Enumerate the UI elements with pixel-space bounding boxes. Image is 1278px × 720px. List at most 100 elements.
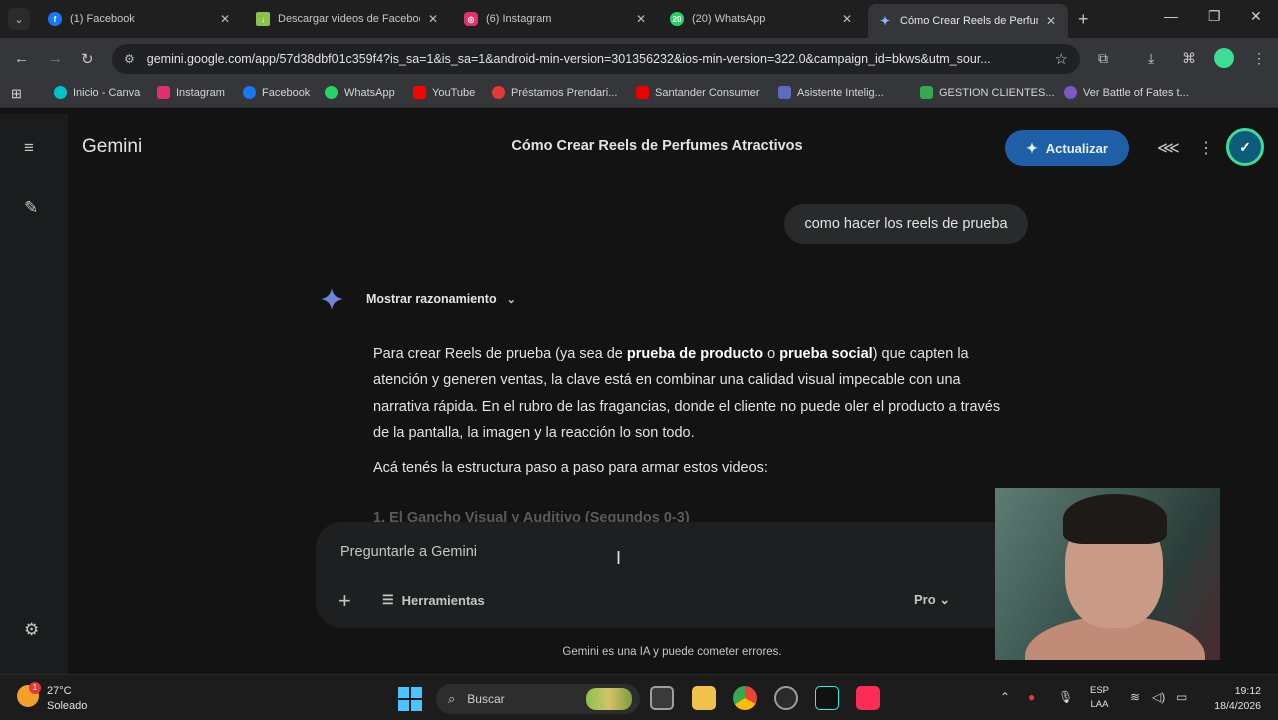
- minimize-icon[interactable]: —: [1164, 8, 1178, 24]
- wifi-icon[interactable]: ≋: [1130, 690, 1140, 704]
- facebook-icon: f: [48, 12, 62, 26]
- close-icon[interactable]: ✕: [840, 12, 854, 26]
- bookmark-prestamos[interactable]: Préstamos Prendari...: [492, 86, 617, 99]
- bookmark-instagram[interactable]: Instagram: [157, 86, 225, 99]
- gemini-icon: ✦: [879, 14, 891, 28]
- tab-facebook[interactable]: f (1) Facebook ✕: [38, 4, 242, 34]
- search-highlight-art: [586, 688, 632, 710]
- bookmark-gestion[interactable]: GESTION CLIENTES...: [920, 86, 1055, 99]
- close-icon[interactable]: ✕: [426, 12, 440, 26]
- bookmark-label: Ver Battle of Fates t...: [1083, 86, 1189, 99]
- close-icon[interactable]: ✕: [218, 12, 232, 26]
- downloads-icon[interactable]: ⤓: [1148, 50, 1154, 67]
- asistente-icon: [778, 86, 791, 99]
- user-message: como hacer los reels de prueba: [784, 204, 1028, 244]
- instagram-icon: ◎: [464, 12, 478, 26]
- show-reasoning-toggle[interactable]: Mostrar razonamiento ⌄: [366, 292, 516, 306]
- avatar[interactable]: ✓: [1226, 128, 1264, 166]
- prompt-input[interactable]: Preguntarle a Gemini: [340, 544, 477, 560]
- person-hair: [1063, 494, 1167, 544]
- tab-title: Descargar videos de Facebook: [278, 13, 420, 25]
- weather-widget[interactable]: 27°C Soleado: [47, 684, 87, 714]
- address-bar[interactable]: ⚙ gemini.google.com/app/57d38dbf01c359f4…: [112, 44, 1080, 74]
- bookmark-label: Santander Consumer: [655, 86, 760, 99]
- tab-instagram[interactable]: ◎ (6) Instagram ✕: [454, 4, 658, 34]
- date: 18/4/2026: [1214, 700, 1261, 712]
- model-selector[interactable]: Pro ⌄: [914, 592, 950, 608]
- language-top: ESP: [1090, 685, 1110, 696]
- more-vert-icon[interactable]: ⋮: [1252, 50, 1266, 67]
- battery-icon[interactable]: ▭: [1176, 690, 1187, 704]
- url-text: gemini.google.com/app/57d38dbf01c359f4?i…: [146, 52, 991, 66]
- tab-search-button[interactable]: ⌄: [8, 8, 30, 30]
- browser-tab-strip: ⌄ f (1) Facebook ✕ ↓ Descargar videos de…: [0, 0, 1278, 38]
- bookmark-youtube[interactable]: YouTube: [413, 86, 475, 99]
- settings-icon[interactable]: ⚙: [24, 620, 39, 640]
- add-attachment-icon[interactable]: +: [338, 588, 351, 614]
- back-icon[interactable]: ←: [14, 50, 29, 67]
- bookmark-whatsapp[interactable]: WhatsApp: [325, 86, 395, 99]
- gemini-spark-icon: [321, 288, 343, 310]
- model-label: Pro: [914, 592, 936, 607]
- share-icon[interactable]: ⋘: [1157, 138, 1180, 158]
- tiktok-studio-icon[interactable]: [856, 686, 880, 710]
- start-button[interactable]: [398, 687, 422, 711]
- show-hidden-icons[interactable]: ⌃: [1000, 690, 1010, 704]
- tab-gemini[interactable]: ✦ Cómo Crear Reels de Perfumes ✕: [868, 4, 1068, 38]
- new-chat-icon[interactable]: ✎: [24, 198, 38, 218]
- chrome-icon[interactable]: [733, 686, 757, 710]
- bookmark-label: YouTube: [432, 86, 476, 99]
- screen: ⌄ f (1) Facebook ✕ ↓ Descargar videos de…: [0, 0, 1278, 720]
- bookmark-santander[interactable]: Santander Consumer: [636, 86, 760, 99]
- bookmark-battle-of-fates[interactable]: Ver Battle of Fates t...: [1064, 86, 1189, 99]
- sparkle-icon: ✦: [1026, 139, 1038, 156]
- bookmark-canva[interactable]: Inicio - Canva: [54, 86, 140, 99]
- chevron-down-icon: ⌄: [14, 13, 24, 26]
- tiktok-icon[interactable]: [815, 686, 839, 710]
- tools-label: Herramientas: [401, 592, 485, 608]
- taskbar-search[interactable]: ⌕ Buscar: [436, 684, 640, 714]
- reload-icon[interactable]: ↻: [81, 50, 94, 68]
- tune-icon: ☰: [382, 592, 394, 607]
- search-icon: ⌕: [448, 691, 456, 706]
- bold-text: prueba social: [779, 346, 873, 362]
- cast-icon[interactable]: ⌘: [1182, 50, 1196, 67]
- new-tab-button[interactable]: +: [1078, 9, 1089, 30]
- tab-whatsapp[interactable]: 20 (20) WhatsApp ✕: [660, 4, 864, 34]
- response-heading-faded: 1. El Gancho Visual y Auditivo (Segundos…: [373, 510, 690, 522]
- close-icon[interactable]: ✕: [1044, 14, 1058, 28]
- app-icon[interactable]: [774, 686, 798, 710]
- clock[interactable]: 19:12 18/4/2026: [1203, 684, 1261, 714]
- microphone-icon[interactable]: 🎙: [1058, 690, 1073, 704]
- site-settings-icon[interactable]: ⚙: [124, 52, 135, 66]
- sheets-icon: [920, 86, 933, 99]
- model-response: Para crear Reels de prueba (ya sea de pr…: [373, 341, 1013, 481]
- restore-icon[interactable]: ❐: [1208, 8, 1221, 25]
- close-icon[interactable]: ✕: [634, 12, 648, 26]
- prestamos-icon: [492, 86, 505, 99]
- extensions-icon[interactable]: ⧉: [1098, 50, 1108, 67]
- bold-text: prueba de producto: [626, 346, 764, 362]
- download-icon: ↓: [256, 12, 270, 26]
- response-text: o: [763, 346, 780, 362]
- task-view-icon[interactable]: [650, 686, 674, 710]
- tab-title: (20) WhatsApp: [692, 13, 766, 25]
- bookmark-facebook[interactable]: Facebook: [243, 86, 310, 99]
- bookmark-asistente[interactable]: Asistente Intelig...: [778, 86, 884, 99]
- tools-button[interactable]: ☰ Herramientas: [382, 592, 485, 608]
- upgrade-button[interactable]: ✦ Actualizar: [1005, 130, 1129, 166]
- bookmark-label: Instagram: [176, 86, 225, 99]
- tray-app-icon[interactable]: ●: [1028, 690, 1035, 704]
- more-options-icon[interactable]: ⋮: [1198, 138, 1214, 158]
- volume-icon[interactable]: ◁): [1152, 690, 1165, 704]
- profile-icon[interactable]: [1214, 48, 1234, 68]
- language-indicator[interactable]: ESP LAA: [1090, 684, 1109, 712]
- bookmark-star-icon[interactable]: ☆: [1055, 50, 1068, 68]
- file-explorer-icon[interactable]: [692, 686, 716, 710]
- apps-grid-icon[interactable]: ⊞: [11, 86, 22, 102]
- forward-icon[interactable]: →: [48, 50, 63, 67]
- webcam-overlay: [995, 488, 1220, 660]
- tab-download-videos[interactable]: ↓ Descargar videos de Facebook ✕: [246, 4, 450, 34]
- tab-title: (6) Instagram: [486, 13, 552, 25]
- window-close-icon[interactable]: ✕: [1250, 8, 1262, 25]
